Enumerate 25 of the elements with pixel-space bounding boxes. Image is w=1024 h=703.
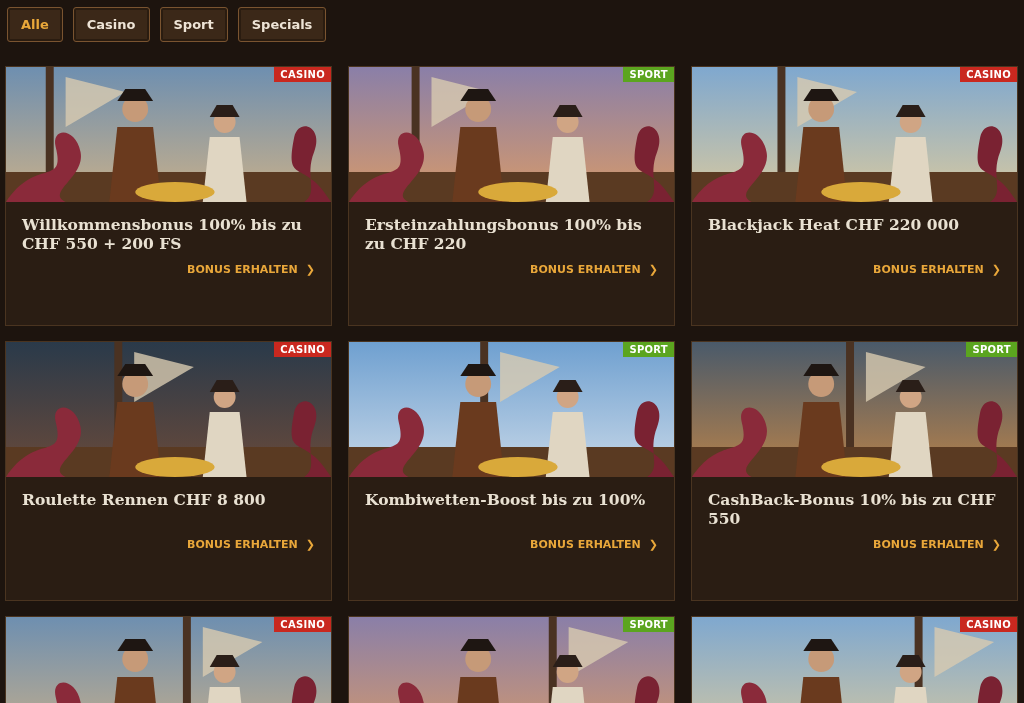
bonus-link[interactable]: BONUS ERHALTEN ❯ bbox=[873, 536, 1001, 553]
filter-tab[interactable]: Alle bbox=[7, 7, 63, 42]
filter-tab[interactable]: Sport bbox=[159, 7, 228, 42]
category-badge: CASINO bbox=[960, 67, 1017, 82]
promo-title: CashBack-Bonus 10% bis zu CHF 550 bbox=[708, 490, 997, 528]
filter-tab[interactable]: Casino bbox=[72, 7, 150, 42]
category-badge: CASINO bbox=[274, 342, 331, 357]
promo-title: Blackjack Heat CHF 220 000 bbox=[708, 215, 961, 236]
promo-title: Ersteinzahlungsbonus 100% bis zu CHF 220 bbox=[365, 215, 643, 253]
bonus-link[interactable]: BONUS ERHALTEN ❯ bbox=[873, 261, 1001, 278]
filter-tab[interactable]: Specials bbox=[237, 7, 327, 42]
category-badge: SPORT bbox=[623, 617, 674, 632]
category-badge: SPORT bbox=[623, 342, 674, 357]
category-badge: SPORT bbox=[623, 67, 674, 82]
category-badge: CASINO bbox=[960, 617, 1017, 632]
promo-title: Willkommensbonus 100% bis zu CHF 550 + 200 FS bbox=[22, 215, 303, 253]
category-badge: CASINO bbox=[274, 67, 331, 82]
bonus-link[interactable]: BONUS ERHALTEN ❯ bbox=[187, 261, 315, 278]
promo-title: Roulette Rennen CHF 8 800 bbox=[22, 490, 267, 511]
bonus-link[interactable]: BONUS ERHALTEN ❯ bbox=[187, 536, 315, 553]
bonus-link[interactable]: BONUS ERHALTEN ❯ bbox=[530, 261, 658, 278]
category-badge: CASINO bbox=[274, 617, 331, 632]
bonus-link[interactable]: BONUS ERHALTEN ❯ bbox=[530, 536, 658, 553]
promo-title: Kombiwetten-Boost bis zu 100% bbox=[365, 490, 647, 511]
category-badge: SPORT bbox=[966, 342, 1017, 357]
